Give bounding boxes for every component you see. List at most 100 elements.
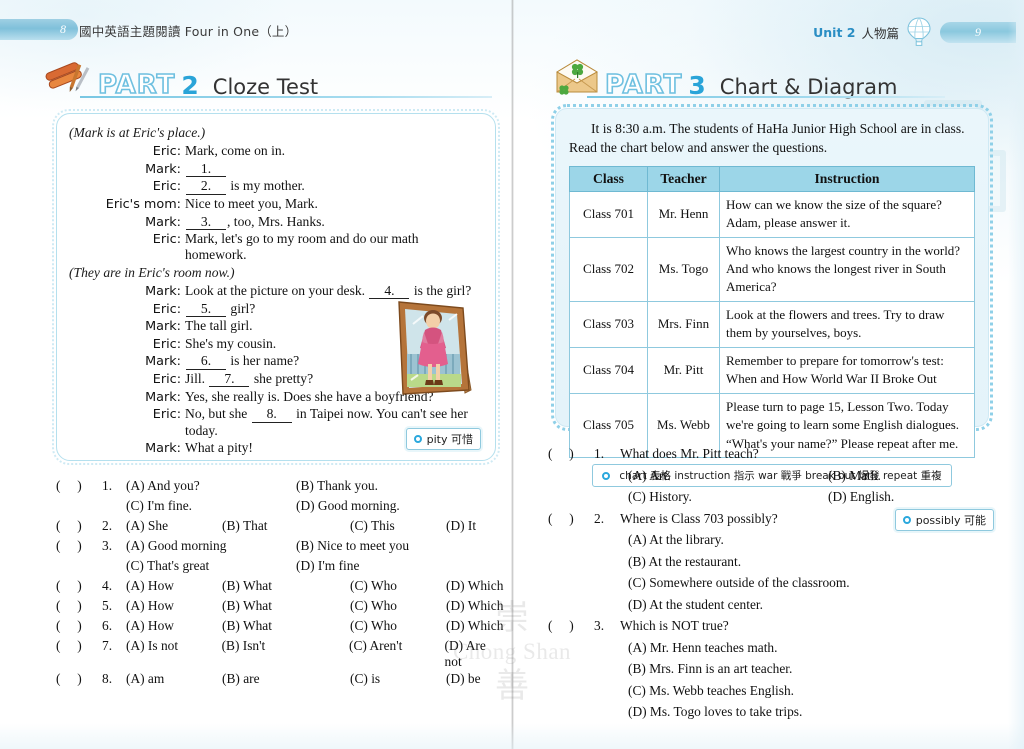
- option-b[interactable]: (B) Nice to meet you: [296, 538, 409, 554]
- option-c[interactable]: (C) This: [350, 518, 446, 534]
- option-b[interactable]: (B) What: [222, 598, 350, 614]
- answer-bracket[interactable]: ( ): [548, 618, 594, 634]
- speaker-label: Mark:: [145, 441, 181, 457]
- speaker-label: Mark:: [145, 319, 181, 335]
- answer-bracket[interactable]: ( ): [56, 478, 102, 494]
- question-row: ( ) 2. (A) She (B) That (C) This (D) It: [56, 518, 506, 537]
- table-row: Class 703 Mrs. Finn Look at the flowers …: [569, 300, 975, 348]
- option-d[interactable]: (D) Which: [446, 598, 503, 614]
- option-a[interactable]: (A) Is not: [126, 638, 222, 654]
- part3-divider: [587, 96, 945, 98]
- speaker-label: Eric:: [152, 407, 181, 423]
- question-number: 1.: [594, 446, 605, 461]
- question-row: ( ) . (C) Ms. Webb teaches English.: [548, 683, 998, 703]
- option-a[interactable]: (A) How: [126, 598, 222, 614]
- option-d[interactable]: (D) Which: [446, 578, 503, 594]
- question-row: ( ) . (A) Art. (B) Math.: [548, 468, 998, 488]
- cloze-blank-2[interactable]: 2.: [186, 178, 226, 195]
- answer-bracket[interactable]: ( ): [56, 538, 102, 554]
- answer-bracket[interactable]: ( ): [56, 578, 102, 594]
- unit-label: Unit 2: [813, 24, 856, 40]
- option-c[interactable]: (C) Aren't: [349, 638, 445, 654]
- question-row: ( ) 5. (A) How (B) What (C) Who (D) Whic…: [56, 598, 506, 617]
- option-b[interactable]: (B) At the restaurant.: [628, 554, 741, 570]
- speaker-label: Mark:: [145, 354, 181, 370]
- option-c[interactable]: (C) Ms. Webb teaches English.: [628, 683, 794, 699]
- option-a[interactable]: (A) Mr. Henn teaches math.: [628, 640, 777, 656]
- option-b[interactable]: (B) That: [222, 518, 350, 534]
- answer-bracket[interactable]: ( ): [56, 638, 102, 654]
- answer-bracket[interactable]: ( ): [56, 598, 102, 614]
- speaker-label: Eric:: [152, 372, 181, 388]
- option-c[interactable]: (C) Who: [350, 618, 446, 634]
- option-c[interactable]: (C) History.: [628, 489, 828, 505]
- option-c[interactable]: (C) is: [350, 671, 446, 687]
- option-b[interactable]: (B) What: [222, 578, 350, 594]
- option-d[interactable]: (D) It: [446, 518, 476, 534]
- option-d[interactable]: (D) English.: [828, 489, 894, 505]
- answer-bracket[interactable]: ( ): [548, 446, 594, 462]
- option-a[interactable]: (A) Good morning: [126, 538, 296, 554]
- part2-word: PART: [97, 70, 176, 100]
- option-c[interactable]: (C) Somewhere outside of the classroom.: [628, 575, 850, 591]
- column-header-instruction: Instruction: [719, 165, 975, 192]
- option-a[interactable]: (A) am: [126, 671, 222, 687]
- question-row: ( ) 3. (A) Good morning (B) Nice to meet…: [56, 538, 506, 557]
- question-row: ( ) . (A) At the library.: [548, 532, 998, 552]
- option-c[interactable]: (C) That's great: [126, 558, 296, 574]
- option-a[interactable]: (A) How: [126, 618, 222, 634]
- answer-bracket[interactable]: ( ): [56, 518, 102, 534]
- cloze-blank-1[interactable]: 1.: [186, 161, 226, 177]
- chart-panel: It is 8:30 a.m. The students of HaHa Jun…: [551, 104, 993, 488]
- answer-bracket[interactable]: ( ): [56, 618, 102, 634]
- option-c[interactable]: (C) I'm fine.: [126, 498, 296, 514]
- option-b[interactable]: (B) Mrs. Finn is an art teacher.: [628, 661, 792, 677]
- option-d[interactable]: (D) be: [446, 671, 481, 687]
- option-d[interactable]: (D) Ms. Togo loves to take trips.: [628, 704, 802, 720]
- answer-bracket[interactable]: ( ): [548, 511, 594, 527]
- option-a[interactable]: (A) How: [126, 578, 222, 594]
- cloze-blank-7[interactable]: 7.: [209, 371, 250, 388]
- dialogue-before: No, but she: [185, 406, 248, 422]
- option-d[interactable]: (D) Which: [446, 618, 503, 634]
- option-a[interactable]: (A) She: [126, 518, 222, 534]
- option-d[interactable]: (D) At the student center.: [628, 597, 763, 613]
- cell-teacher: Mr. Pitt: [647, 346, 720, 394]
- option-a[interactable]: (A) At the library.: [628, 532, 724, 548]
- option-b[interactable]: (B) What: [222, 618, 350, 634]
- question-stem: Where is Class 703 possibly?: [620, 510, 778, 526]
- option-b[interactable]: (B) are: [222, 671, 350, 687]
- cloze-blank-5[interactable]: 5.: [186, 301, 226, 317]
- option-c[interactable]: (C) Who: [350, 598, 446, 614]
- page-edge-shine: [1008, 0, 1024, 749]
- table-row: Class 702 Ms. Togo Who knows the largest…: [569, 236, 975, 302]
- dialogue-text: Mark, let's go to my room and do our mat…: [185, 231, 419, 263]
- question-number: 3.: [594, 618, 605, 633]
- dialogue-after: , too, Mrs. Hanks.: [227, 213, 325, 229]
- option-a[interactable]: (A) And you?: [126, 478, 296, 494]
- option-d[interactable]: (D) I'm fine: [296, 558, 359, 574]
- cloze-blank-8[interactable]: 8.: [251, 407, 292, 423]
- answer-bracket[interactable]: ( ): [56, 671, 102, 687]
- envelope-clover-icon: [551, 56, 603, 98]
- cloze-blank-6[interactable]: 6.: [186, 354, 226, 370]
- vocab-hint-pity[interactable]: pity 可惜: [405, 428, 481, 450]
- option-b[interactable]: (B) Math.: [828, 468, 881, 484]
- option-d[interactable]: (D) Are not: [445, 638, 506, 670]
- question-number: 3.: [102, 538, 113, 553]
- cell-teacher: Mr. Henn: [647, 190, 720, 238]
- cloze-blank-3[interactable]: 3.: [186, 214, 226, 230]
- question-row: ( ) . (D) At the student center.: [548, 597, 998, 617]
- option-b[interactable]: (B) Thank you.: [296, 478, 378, 494]
- option-c[interactable]: (C) Who: [350, 578, 446, 594]
- question-row: ( ) . (A) Mr. Henn teaches math.: [548, 640, 998, 660]
- option-d[interactable]: (D) Good morning.: [296, 498, 400, 514]
- cell-instruction: How can we know the size of the square? …: [719, 190, 975, 238]
- class-instruction-table: Class Teacher Instruction Class 701 Mr. …: [569, 165, 975, 459]
- vocab-hint-possibly[interactable]: possibly 可能: [894, 509, 994, 531]
- speaker-label: Eric:: [152, 336, 181, 352]
- option-a[interactable]: (A) Art.: [628, 468, 828, 484]
- part2-title: Cloze Test: [212, 75, 319, 99]
- option-b[interactable]: (B) Isn't: [222, 638, 349, 654]
- question-row: ( ) . (B) Mrs. Finn is an art teacher.: [548, 661, 998, 681]
